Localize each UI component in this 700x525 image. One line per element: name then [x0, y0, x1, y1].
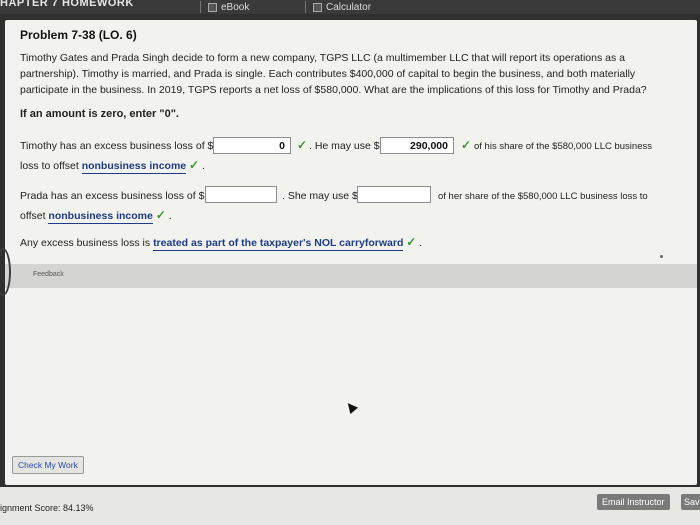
problem-title: Problem 7-38 (LO. 6): [20, 28, 137, 42]
timothy-mid-text: . He may use $: [309, 140, 380, 152]
feedback-toggle-icon: [0, 248, 11, 296]
timothy-line1: Timothy has an excess business loss of $: [20, 140, 213, 152]
check-icon: ✓: [189, 158, 200, 172]
period-text: .: [202, 160, 205, 172]
problem-text: Timothy Gates and Prada Singh decide to …: [20, 52, 647, 96]
check-icon: ✓: [461, 138, 472, 152]
prada-mid-text: . She may use $: [282, 190, 358, 202]
prada-line2: offset nonbusiness income ✓ .: [20, 208, 172, 224]
excess-treatment-dropdown[interactable]: treated as part of the taxpayer's NOL ca…: [153, 237, 404, 251]
timothy-pre-text: Timothy has an excess business loss of $: [20, 140, 214, 152]
check-icon: ✓: [406, 235, 417, 249]
problem-panel: Problem 7-38 (LO. 6) Timothy Gates and P…: [0, 20, 697, 485]
prada-excess-loss-input[interactable]: [205, 186, 277, 203]
prada-use-amount-input[interactable]: [357, 186, 431, 203]
check-icon: ✓: [297, 138, 308, 152]
timothy-excess-loss-input[interactable]: [213, 137, 291, 154]
calculator-tab[interactable]: Calculator: [305, 0, 372, 14]
feedback-bar[interactable]: Feedback: [5, 264, 697, 288]
tab-divider: [305, 1, 306, 13]
calculator-icon: [313, 2, 322, 12]
check-icon: ✓: [155, 208, 166, 222]
decorative-dot: [660, 255, 663, 258]
chapter-title: HAPTER 7 HOMEWORK: [0, 0, 134, 9]
excess-loss-line: Any excess business loss is treated as p…: [20, 235, 422, 251]
prada-pre-text: Prada has an excess business loss of $: [20, 190, 205, 202]
bottom-bar: [0, 487, 700, 525]
prada-line2-pre: offset: [20, 210, 46, 222]
timothy-offset-dropdown[interactable]: nonbusiness income: [81, 160, 187, 174]
tab-divider: [200, 1, 201, 13]
assignment-score: ignment Score: 84.13%: [0, 503, 94, 513]
email-instructor-button[interactable]: Email Instructor: [597, 494, 670, 510]
top-bar: HAPTER 7 HOMEWORK eBook Calculator: [0, 0, 700, 14]
ebook-tab[interactable]: eBook: [200, 0, 250, 14]
ebook-label: eBook: [221, 1, 250, 13]
timothy-post-text: of his share of the $580,000 LLC busines…: [474, 141, 652, 152]
timothy-use-amount-input[interactable]: [380, 137, 454, 154]
prada-post-text: of her share of the $580,000 LLC busines…: [438, 191, 648, 202]
period-text: .: [419, 237, 423, 249]
timothy-line2-pre: loss to offset: [20, 160, 79, 172]
calculator-label: Calculator: [326, 1, 372, 13]
check-my-work-button[interactable]: Check My Work: [12, 456, 84, 474]
save-button[interactable]: Save: [681, 494, 700, 510]
excess-pre-text: Any excess business loss is: [20, 237, 151, 249]
period-text: .: [168, 210, 172, 222]
prada-offset-dropdown[interactable]: nonbusiness income: [48, 210, 153, 224]
feedback-label: Feedback: [33, 271, 64, 278]
timothy-line2: loss to offset nonbusiness income ✓ .: [20, 158, 205, 174]
zero-note: If an amount is zero, enter "0".: [20, 108, 179, 120]
ebook-icon: [208, 2, 217, 12]
